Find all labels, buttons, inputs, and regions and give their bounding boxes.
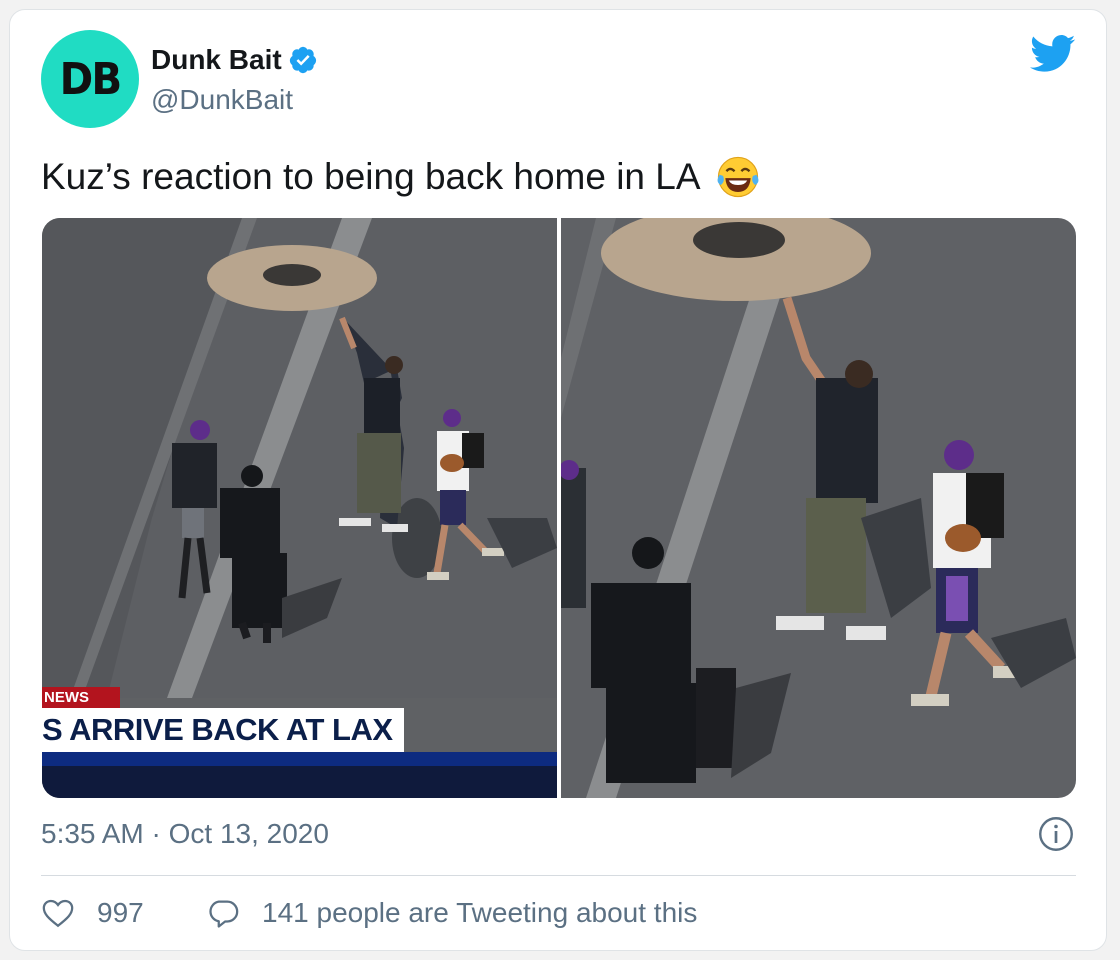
media-grid[interactable]: NEWS S ARRIVE BACK AT LAX: [42, 218, 1076, 798]
twitter-bird-icon[interactable]: [1030, 34, 1076, 74]
tweet-body: Kuz’s reaction to being back home in LA: [41, 156, 701, 197]
news-tag: NEWS: [42, 687, 120, 709]
news-ticker-band: [42, 752, 557, 766]
like-button[interactable]: 997: [41, 896, 144, 930]
info-icon[interactable]: [1038, 816, 1074, 852]
like-count: 997: [97, 897, 144, 928]
divider: [41, 875, 1076, 876]
tweet-card: DB Dunk Bait @DunkBait Kuz’s reaction to…: [9, 9, 1107, 951]
verified-badge-icon: [289, 46, 316, 74]
photo-right-scene: [561, 218, 1076, 798]
author-handle[interactable]: @DunkBait: [151, 84, 293, 116]
display-name[interactable]: Dunk Bait: [151, 44, 282, 76]
author-name-row[interactable]: Dunk Bait: [151, 44, 318, 76]
tweet-text: Kuz’s reaction to being back home in LA: [41, 154, 761, 200]
avatar-initials: DB: [59, 53, 123, 105]
photo-left[interactable]: NEWS S ARRIVE BACK AT LAX: [42, 218, 557, 798]
news-headline: S ARRIVE BACK AT LAX: [42, 708, 404, 752]
photo-right[interactable]: [561, 218, 1076, 798]
speech-bubble-icon: [209, 900, 239, 928]
laughing-emoji-icon: [717, 156, 759, 198]
heart-icon: [42, 899, 74, 928]
conversation-text: 141 people are Tweeting about this: [262, 897, 698, 928]
conversation-link[interactable]: 141 people are Tweeting about this: [206, 896, 697, 930]
tweet-timestamp[interactable]: 5:35 AM · Oct 13, 2020: [41, 818, 329, 850]
avatar[interactable]: DB: [41, 30, 139, 128]
news-ticker-footer: [42, 766, 557, 798]
